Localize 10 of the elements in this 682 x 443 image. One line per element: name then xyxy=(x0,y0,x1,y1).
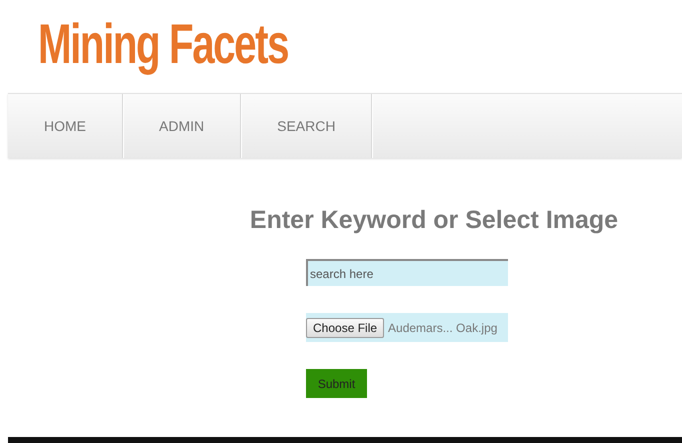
nav-link[interactable]: HOME xyxy=(8,94,123,158)
nav-link[interactable]: ADMIN xyxy=(123,94,242,158)
file-input[interactable]: Choose File Audemars... Oak.jpg xyxy=(306,313,508,342)
submit-button[interactable]: Submit xyxy=(306,369,367,398)
choose-file-button[interactable]: Choose File xyxy=(306,318,384,338)
nav-link[interactable]: SEARCH xyxy=(241,94,372,158)
form-heading: Enter Keyword or Select Image xyxy=(250,206,618,235)
search-field[interactable]: search here xyxy=(306,259,508,286)
site-logo[interactable]: Mining Facets xyxy=(38,10,288,78)
file-name: Audemars... Oak.jpg xyxy=(388,320,498,334)
